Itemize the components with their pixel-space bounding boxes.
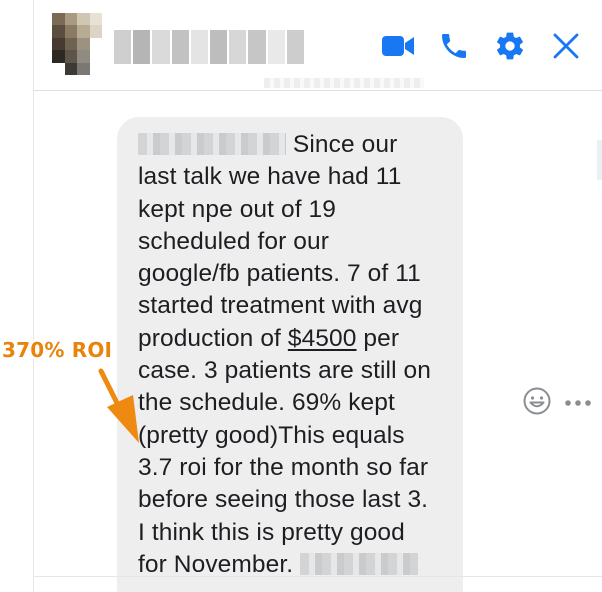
message-actions (522, 386, 592, 421)
message-text: Since our (292, 131, 398, 158)
annotation-label: 370% ROI (2, 338, 113, 362)
scroll-edge (597, 140, 602, 180)
amount-link[interactable]: $4500 (288, 325, 357, 352)
chat-header (34, 0, 602, 91)
message-line: google/fb patients. 7 of 11 (138, 260, 421, 288)
message-line: the schedule. 69% kept (138, 389, 395, 417)
message-bubble[interactable]: Since our last talk we have had 11 kept … (117, 117, 463, 592)
video-camera-icon[interactable] (381, 29, 415, 63)
phone-icon[interactable] (437, 29, 471, 63)
smiley-icon[interactable] (522, 386, 552, 421)
more-options-icon[interactable] (564, 395, 592, 413)
redacted-name (138, 133, 286, 155)
message-line: production of $4500 per (138, 323, 445, 355)
contact-name-redacted[interactable] (114, 30, 305, 64)
message-text: per (356, 324, 400, 352)
faded-timestamp-redacted (264, 78, 424, 88)
message-line: started treatment with avg (138, 292, 423, 320)
redacted-signature (300, 552, 419, 575)
message-text: production of (138, 324, 288, 352)
message-line: last talk we have had 11 (138, 163, 402, 191)
message-line: I think this is pretty good (138, 518, 405, 546)
message-line: Since our (138, 129, 445, 161)
close-icon[interactable] (549, 29, 583, 63)
annotation-arrow-icon (98, 368, 139, 443)
chat-window: Since our last talk we have had 11 kept … (33, 0, 602, 592)
header-actions (381, 28, 583, 64)
message-line: kept npe out of 19 (138, 195, 336, 223)
message-line: (pretty good)This equals (138, 421, 405, 449)
message-line: scheduled for our (138, 227, 330, 255)
message-text: for November. (138, 550, 294, 578)
gear-icon[interactable] (493, 29, 527, 63)
message-line: before seeing those last 3. (138, 486, 429, 514)
composer-divider (33, 576, 602, 577)
message-line: case. 3 patients are still on (138, 357, 431, 385)
message-line: 3.7 roi for the month so far (138, 453, 429, 481)
avatar[interactable] (52, 13, 102, 75)
